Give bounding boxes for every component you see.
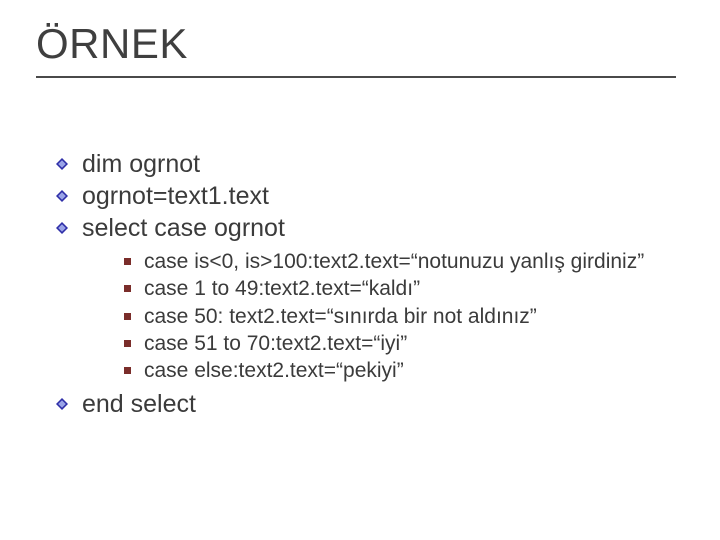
slide-title: ÖRNEK — [36, 20, 684, 68]
diamond-bullet-icon — [56, 398, 68, 410]
bullet-list: dim ogrnot ogrnot=text1.text select case… — [56, 148, 680, 420]
list-item: case is<0, is>100:text2.text=“notunuzu y… — [124, 248, 680, 275]
bullet-text: dim ogrnot — [82, 150, 200, 178]
sub-list: case is<0, is>100:text2.text=“notunuzu y… — [82, 248, 680, 384]
bullet-text: select case ogrnot — [82, 214, 285, 242]
slide: ÖRNEK dim ogrnot ogrnot=text1.text — [0, 0, 720, 540]
list-item: ogrnot=text1.text — [56, 180, 680, 212]
list-item: end select — [56, 388, 680, 420]
list-item: select case ogrnot case is<0, is>100:tex… — [56, 212, 680, 384]
title-block: ÖRNEK — [36, 20, 684, 78]
bullet-text: ogrnot=text1.text — [82, 182, 269, 210]
sub-bullet-text: case else:text2.text=“pekiyi” — [144, 359, 404, 382]
diamond-bullet-icon — [56, 158, 68, 170]
bullet-text: end select — [82, 390, 196, 418]
list-item: dim ogrnot — [56, 148, 680, 180]
list-item: case 1 to 49:text2.text=“kaldı” — [124, 275, 680, 302]
title-underline — [36, 76, 676, 78]
sub-bullet-text: case 50: text2.text=“sınırda bir not ald… — [144, 305, 537, 328]
diamond-bullet-icon — [56, 190, 68, 202]
sub-bullet-text: case is<0, is>100:text2.text=“notunuzu y… — [144, 250, 644, 273]
content-area: dim ogrnot ogrnot=text1.text select case… — [56, 148, 680, 420]
sub-bullet-text: case 1 to 49:text2.text=“kaldı” — [144, 277, 420, 300]
list-item: case 50: text2.text=“sınırda bir not ald… — [124, 303, 680, 330]
diamond-bullet-icon — [56, 222, 68, 234]
list-item: case else:text2.text=“pekiyi” — [124, 357, 680, 384]
list-item: case 51 to 70:text2.text=“iyi” — [124, 330, 680, 357]
sub-bullet-text: case 51 to 70:text2.text=“iyi” — [144, 332, 407, 355]
